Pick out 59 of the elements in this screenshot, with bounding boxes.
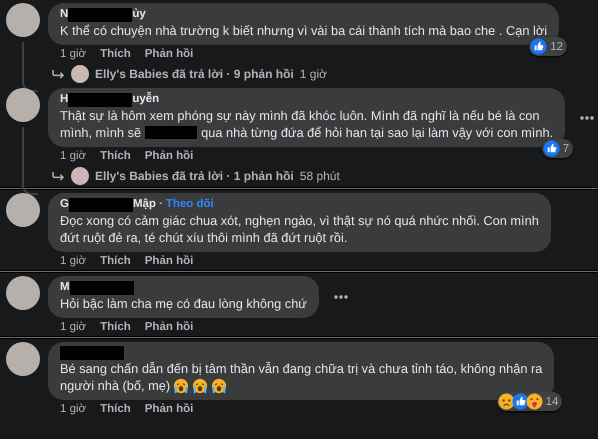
replies-link[interactable]: Elly's Babies đã trả lời · 9 phản hồi [95, 67, 294, 81]
avatar[interactable] [6, 342, 40, 376]
redaction-bar [60, 346, 124, 360]
author-name[interactable]: N [60, 7, 68, 22]
reply-time: 1 giờ [300, 67, 327, 81]
reply-arrow-icon [52, 170, 65, 182]
author-name[interactable]: G [60, 197, 69, 212]
like-link[interactable]: Thích [100, 254, 131, 269]
avatar[interactable] [6, 276, 40, 310]
author-name[interactable]: Mập [132, 197, 156, 212]
comment-text: K thể có chuyện nhà trường k biết nhưng vì vài ba cái thành tích mà bao che . Cạn lời [60, 22, 548, 39]
comment-text: Hỏi bậc làm cha mẹ có đau lòng không chứ [60, 295, 307, 312]
like-link[interactable]: Thích [100, 47, 131, 62]
reply-arrow-icon [52, 68, 65, 80]
comment-text: đứt ruột đẻ ra, té chút xíu thôi mình đã đứt ruột rồi. [60, 229, 348, 246]
comment-text: Thật sự là hôm xem phóng sự này mình đã khóc luôn. Mình đã nghĩ là nếu bé là con [60, 107, 540, 124]
more-options-icon[interactable] [579, 114, 596, 120]
comment-time[interactable]: 1 giờ [60, 320, 86, 335]
redaction-bar [68, 8, 132, 22]
avatar[interactable] [71, 167, 89, 185]
author-name[interactable]: ủy [132, 7, 146, 22]
author-name[interactable]: uyễn [132, 92, 160, 107]
avatar[interactable] [6, 88, 40, 122]
author-name[interactable]: M [60, 280, 70, 295]
reply-link[interactable]: Phản hồi [144, 402, 194, 417]
comment-time[interactable]: 1 giờ [60, 402, 86, 417]
comment-text: Bé sang chấn dẫn đến bị tâm thần vẫn đang chữa trị và chưa tỉnh táo, không nhận ra [60, 360, 542, 377]
reaction-count[interactable]: 14 [496, 392, 562, 411]
reply-link[interactable]: Phản hồi [144, 149, 194, 164]
reply-link[interactable]: Phản hồi [144, 320, 194, 335]
like-link[interactable]: Thích [100, 320, 131, 335]
author-name[interactable]: H [60, 92, 68, 107]
crying-face-icon [192, 378, 208, 394]
reply-link[interactable]: Phản hồi [144, 254, 194, 269]
separator-dot: · [158, 197, 163, 212]
comment-text: Đọc xong có cảm giác chua xót, nghẹn ngào, vì thật sự nó quá nhức nhối. Con mình [60, 212, 539, 229]
like-link[interactable]: Thích [100, 149, 131, 164]
avatar[interactable] [6, 193, 40, 227]
redaction-bar [68, 198, 133, 212]
reaction-count[interactable]: 7 [542, 139, 574, 158]
redaction-bar [68, 92, 132, 106]
more-options-icon[interactable] [332, 294, 349, 300]
reply-link[interactable]: Phản hồi [144, 47, 194, 62]
comment-time[interactable]: 1 giờ [60, 149, 86, 164]
like-link[interactable]: Thích [100, 402, 131, 417]
avatar[interactable] [6, 3, 40, 37]
redaction-bar [145, 126, 198, 139]
comment-time[interactable]: 1 giờ [60, 254, 86, 269]
crying-face-icon [173, 378, 190, 394]
crying-face-icon [211, 378, 228, 394]
replies-link[interactable]: Elly's Babies đã trả lời · 1 phản hồi [95, 169, 294, 183]
comment-text: mình, mình sẽ [60, 124, 142, 141]
comment-text: người nhà (bố, mẹ) [60, 377, 170, 394]
reaction-count[interactable]: 12 [529, 37, 568, 56]
reply-time: 58 phút [300, 169, 340, 183]
avatar[interactable] [71, 65, 89, 83]
comment-time[interactable]: 1 giờ [60, 47, 86, 62]
redaction-bar [70, 280, 134, 294]
comment-text: qua nhà từng đứa để hỏi han tại sao lại làm vậy với con mình. [201, 124, 554, 141]
